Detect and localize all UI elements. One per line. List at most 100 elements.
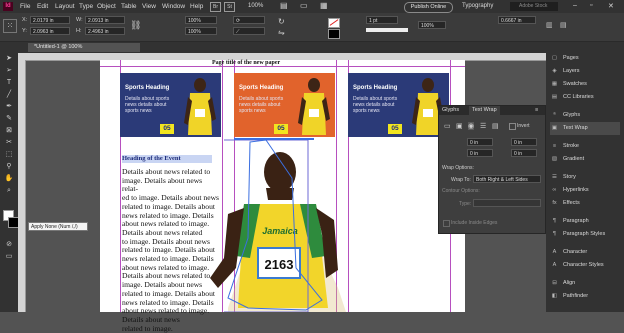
fill-swatch[interactable] [328,18,340,28]
card-body[interactable]: Details about sports news details about … [239,96,287,114]
menu-file[interactable]: File [20,3,30,10]
no-wrap-icon[interactable]: ▭ [444,122,451,130]
dock-item-swatches[interactable]: ▦ Swatches [550,78,587,91]
menu-type[interactable]: Type [79,3,93,10]
publish-online-button[interactable]: Publish Online [404,2,453,13]
jump-object-icon[interactable]: ☰ [480,122,486,130]
wrap-to-select[interactable]: Both Right & Left Sides [473,175,541,183]
rectangle-frame-tool-icon[interactable]: ⊠ [3,126,15,136]
workspace-switcher[interactable]: Typography [462,3,493,9]
wrap-bounding-box-icon[interactable]: ▣ [456,122,463,130]
adobe-stock-search[interactable]: Adobe Stock [510,2,558,11]
scale-x-field[interactable]: 100% [185,16,217,24]
top-offset-field[interactable]: 0 in [467,138,493,146]
menu-table[interactable]: Table [121,3,137,10]
type-tool-icon[interactable]: T [3,78,15,88]
sports-card[interactable]: Sports Heading Details about sports news… [234,73,335,137]
menu-edit[interactable]: Edit [37,3,48,10]
screen-mode-tool-icon[interactable]: ▭ [3,252,15,262]
dock-item-layers[interactable]: ◈ Layers [550,65,579,78]
document-tab[interactable]: *Untitled-1 @ 100% [28,43,140,52]
stroke-weight-field[interactable]: 1 pt [366,16,398,24]
w-field[interactable]: 2.0913 in [85,16,125,24]
rotate-field[interactable]: ⟳ [233,16,265,24]
card-number[interactable]: 05 [160,124,174,134]
direct-selection-tool-icon[interactable]: ➢ [3,66,15,76]
dock-item-paragraph-styles[interactable]: ¶ Paragraph Styles [550,228,605,241]
stroke-swatch[interactable] [328,29,340,39]
tab-text-wrap[interactable]: Text Wrap [469,106,500,115]
h-field[interactable]: 2.4963 in [85,27,125,35]
bridge-icon[interactable]: Br [210,2,221,12]
text-wrap-icon[interactable]: ▥ [546,21,553,29]
sports-card[interactable]: Sports Heading Details about sports news… [120,73,221,137]
include-edges-checkbox[interactable] [443,220,450,227]
stroke-type-select[interactable] [366,28,408,32]
card-heading[interactable]: Sports Heading [125,85,169,91]
menu-help[interactable]: Help [190,3,203,10]
dock-item-hyperlinks[interactable]: ∞ Hyperlinks [550,184,589,197]
dock-item-effects[interactable]: fx Effects [550,197,579,210]
dock-item-paragraph[interactable]: ¶ Paragraph [550,215,589,228]
card-number[interactable]: 05 [274,124,288,134]
y-field[interactable]: 2.0963 in [30,27,70,35]
dock-item-pathfinder[interactable]: ◧ Pathfinder [550,290,588,303]
reference-point-icon[interactable]: ⁙ [3,19,17,33]
constrain-proportions-icon[interactable]: ⛓ [130,20,141,31]
bottom-offset-field[interactable]: 0 in [467,149,493,157]
dock-item-text-wrap[interactable]: ▣ Text Wrap [550,122,620,135]
page-title[interactable]: Page title of the new paper [212,60,280,66]
dock-item-gradient[interactable]: ▧ Gradient [550,153,584,166]
arrange-documents-icon[interactable]: ▦ [320,1,328,10]
wrap-object-shape-icon[interactable]: ◉ [468,122,475,130]
invert-checkbox[interactable] [509,123,516,130]
menu-window[interactable]: Window [162,3,185,10]
athlete-photo[interactable] [296,75,332,137]
align-icon[interactable]: ▤ [560,21,567,29]
flip-icon[interactable]: ⇋ [278,28,285,37]
zoom-tool-icon[interactable]: ⌕ [3,186,15,196]
dock-item-stroke[interactable]: ≡ Stroke [550,140,579,153]
zoom-level[interactable]: 100% [248,3,263,9]
vertical-ruler[interactable] [18,60,26,312]
card-heading[interactable]: Sports Heading [239,85,283,91]
line-tool-icon[interactable]: ╱ [3,90,15,100]
left-offset-field[interactable]: 0 in [511,138,537,146]
card-heading[interactable]: Sports Heading [353,85,397,91]
athlete-photo[interactable] [182,75,218,137]
dock-item-character-styles[interactable]: A Character Styles [550,259,604,272]
scale-y-field[interactable]: 100% [185,27,217,35]
athlete-main-image[interactable]: Jamaica 2163 [188,138,348,312]
rotate-icon[interactable]: ↻ [278,17,285,26]
apply-none-icon[interactable]: ⊘ [3,240,15,250]
free-transform-tool-icon[interactable]: ⬚ [3,150,15,160]
stock-icon[interactable]: St [224,2,235,12]
card-body[interactable]: Details about sports news details about … [125,96,173,114]
dock-item-align[interactable]: ⊟ Align [550,277,575,290]
panel-menu-icon[interactable]: ≡ [535,106,538,115]
right-offset-field[interactable]: 0 in [511,149,537,157]
dock-item-character[interactable]: A Character [550,246,588,259]
close-icon[interactable]: ✕ [608,2,614,10]
screen-mode-icon[interactable]: ▭ [300,1,308,10]
sports-card[interactable]: Sports Heading Details about sports news… [348,73,449,137]
menu-object[interactable]: Object [97,3,116,10]
maximize-icon[interactable]: ▫ [590,2,592,9]
card-number[interactable]: 05 [388,124,402,134]
selection-tool-icon[interactable]: ➤ [3,54,15,64]
menu-view[interactable]: View [142,3,156,10]
contour-type-select[interactable] [473,199,541,207]
pencil-tool-icon[interactable]: ✎ [3,114,15,124]
dock-item-pages[interactable]: ▢ Pages [550,52,579,65]
view-options-icon[interactable]: ▤ [280,1,288,10]
opacity-field[interactable]: 100% [418,21,446,29]
minimize-icon[interactable]: – [573,2,577,9]
tab-glyphs[interactable]: Glyphs [442,106,459,115]
pen-tool-icon[interactable]: ✒ [3,102,15,112]
reference-field[interactable]: 0.6667 in [498,16,536,24]
hand-tool-icon[interactable]: ✋ [3,174,15,184]
jump-to-next-column-icon[interactable]: ▤ [492,122,499,130]
x-field[interactable]: 2.0179 in [30,16,70,24]
dock-item-story[interactable]: ☰ Story [550,171,576,184]
scissors-tool-icon[interactable]: ✂ [3,138,15,148]
